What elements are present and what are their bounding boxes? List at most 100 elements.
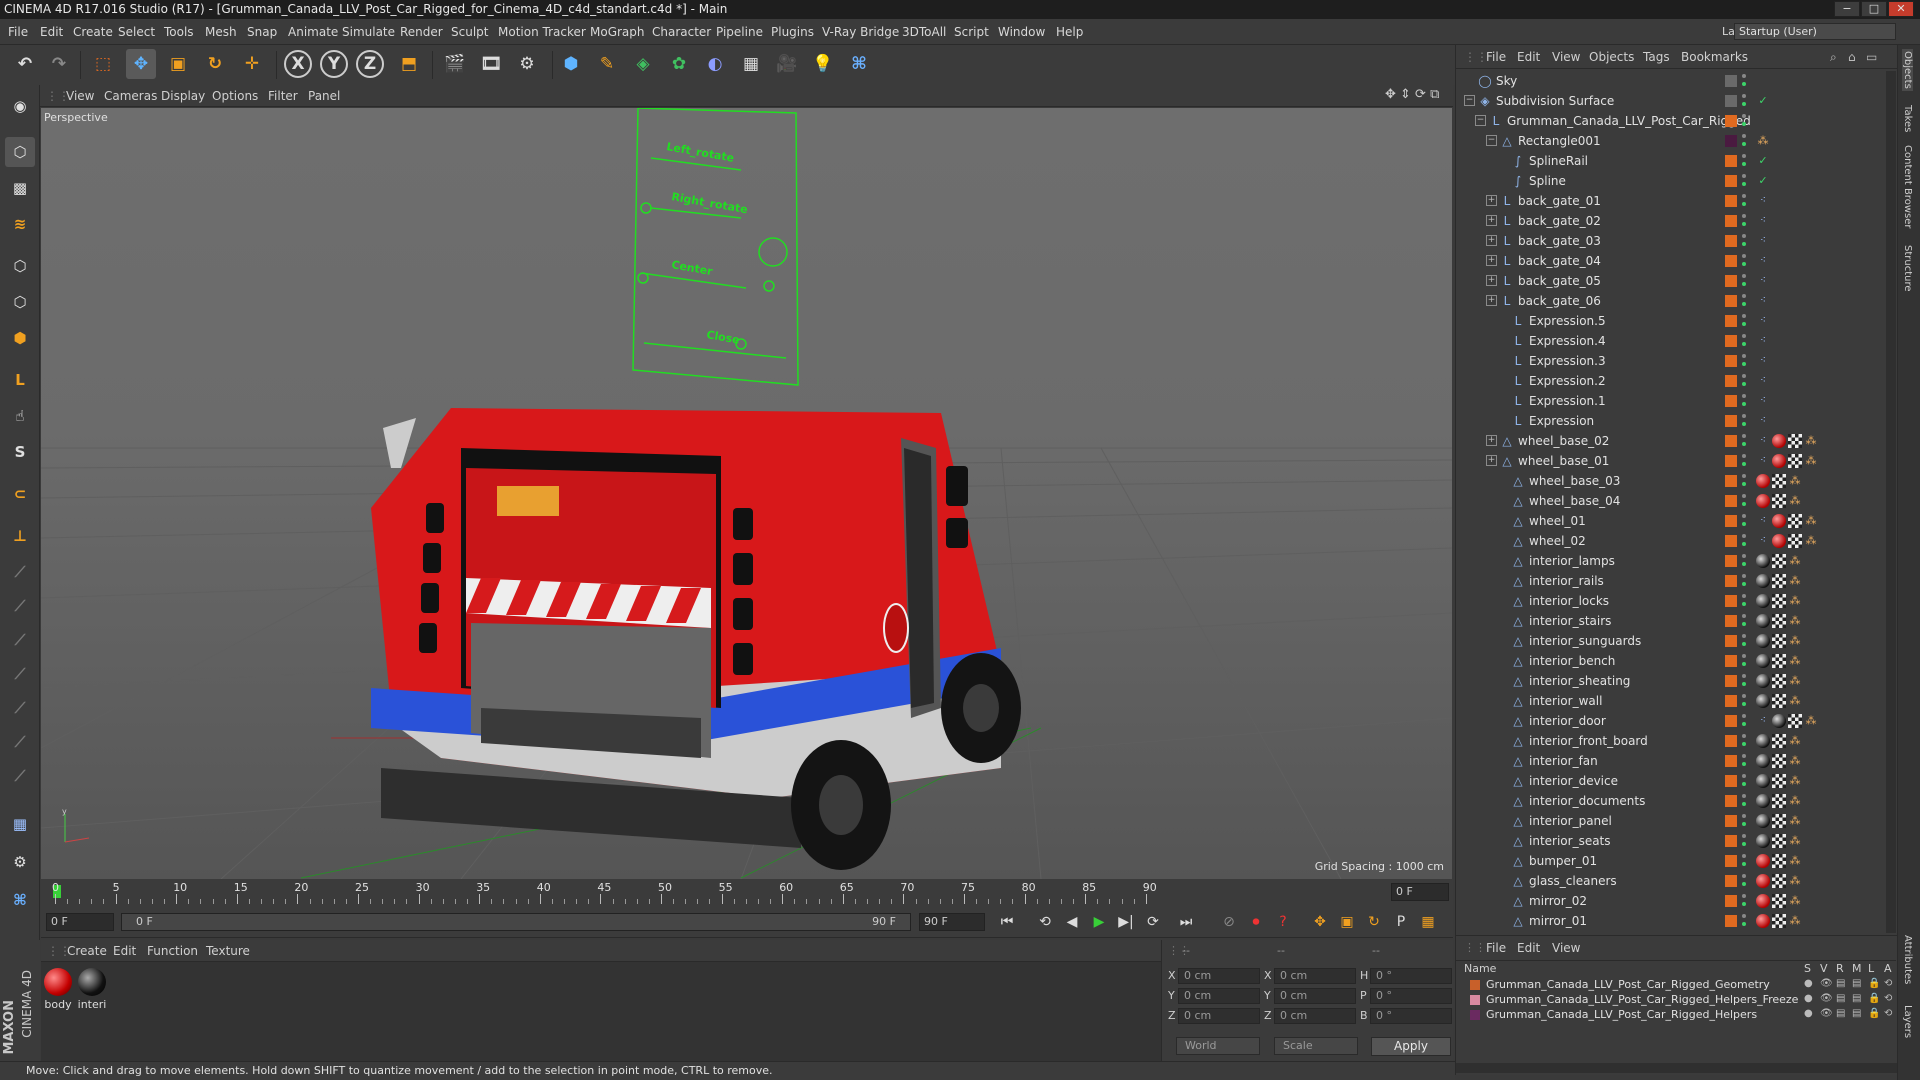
object-row[interactable]: △ mirror_01 ⁂ (1456, 911, 1886, 931)
expand-toggle-icon[interactable]: + (1486, 195, 1497, 206)
selection-tag-icon[interactable]: ⁂ (1788, 754, 1802, 768)
uvw-tag-icon[interactable] (1772, 854, 1786, 868)
menu-pipeline[interactable]: Pipeline (716, 25, 763, 39)
layer-menu-view[interactable]: View (1552, 941, 1580, 955)
render-visibility-dot[interactable] (1742, 302, 1746, 306)
object-row[interactable]: △ bumper_01 ⁂ (1456, 851, 1886, 871)
grid-lock-icon[interactable]: ▦ (5, 809, 35, 839)
layer-row[interactable]: Grumman_Canada_LLV_Post_Car_Rigged_Helpe… (1470, 1008, 1892, 1023)
uvw-tag-icon[interactable] (1788, 454, 1802, 468)
layer-color-swatch[interactable] (1725, 515, 1737, 527)
editor-visibility-dot[interactable] (1742, 454, 1746, 458)
object-row[interactable]: △ mirror_02 ⁂ (1456, 891, 1886, 911)
xpresso-tag-icon[interactable]: ⁖ (1756, 394, 1770, 408)
editor-visibility-dot[interactable] (1742, 494, 1746, 498)
object-row[interactable]: L Expression.3 ⁖ (1456, 351, 1886, 371)
go-to-start-icon[interactable]: ⏮ (996, 912, 1018, 932)
render-visibility-dot[interactable] (1742, 802, 1746, 806)
object-row[interactable]: + Lback_gate_06 ⁖ (1456, 291, 1886, 311)
editor-visibility-dot[interactable] (1742, 154, 1746, 158)
render-visibility-dot[interactable] (1742, 522, 1746, 526)
layer-flag-icon[interactable]: ⟲ (1884, 993, 1892, 1004)
menu-create[interactable]: Create (73, 25, 113, 39)
close-button[interactable]: ✕ (1888, 1, 1914, 17)
play-icon[interactable]: ▶ (1088, 912, 1110, 932)
material-tag-icon[interactable] (1772, 534, 1786, 548)
x-axis-lock-icon[interactable]: X (284, 50, 312, 78)
viewport-menu-cameras[interactable]: Cameras (104, 89, 157, 103)
layer-color-swatch[interactable] (1725, 735, 1737, 747)
expand-toggle-icon[interactable]: + (1486, 435, 1497, 446)
material-tag-icon[interactable] (1756, 794, 1770, 808)
current-frame-field[interactable]: 0 F (1391, 883, 1449, 901)
render-visibility-dot[interactable] (1742, 382, 1746, 386)
tab-content-browser[interactable]: Content Browser (1902, 145, 1913, 228)
selection-tag-icon[interactable]: ⁂ (1788, 474, 1802, 488)
brush-icon-4[interactable]: ⟋ (5, 659, 35, 689)
uvw-tag-icon[interactable] (1788, 714, 1802, 728)
editor-visibility-dot[interactable] (1742, 754, 1746, 758)
material-tag-icon[interactable] (1756, 854, 1770, 868)
editor-visibility-dot[interactable] (1742, 194, 1746, 198)
uvw-tag-icon[interactable] (1788, 434, 1802, 448)
render-visibility-dot[interactable] (1742, 122, 1746, 126)
xpresso-tag-icon[interactable]: ⁖ (1756, 194, 1770, 208)
layer-color-swatch[interactable] (1725, 795, 1737, 807)
material-tag-icon[interactable] (1756, 814, 1770, 828)
selection-tag-icon[interactable]: ⁂ (1788, 914, 1802, 928)
layer-color-swatch[interactable] (1725, 75, 1737, 87)
layer-color-swatch[interactable] (1725, 335, 1737, 347)
viewport-menu-view[interactable]: View (66, 89, 94, 103)
object-row[interactable]: + Lback_gate_01 ⁖ (1456, 191, 1886, 211)
material-interior[interactable]: interi (77, 968, 107, 1011)
layer-color-swatch[interactable] (1725, 435, 1737, 447)
snap-icon[interactable]: S (5, 437, 35, 467)
make-editable-icon[interactable]: ◉ (5, 91, 35, 121)
layer-color-swatch[interactable] (1725, 455, 1737, 467)
camera-icon[interactable]: 🎥 (772, 49, 802, 79)
selection-tag-icon[interactable]: ⁂ (1788, 814, 1802, 828)
render-view-icon[interactable]: 🎬 (440, 49, 470, 79)
editor-visibility-dot[interactable] (1742, 914, 1746, 918)
om-home-icon[interactable]: ⌂ (1848, 50, 1856, 64)
layer-color-swatch[interactable] (1725, 495, 1737, 507)
selection-tag-icon[interactable]: ⁂ (1804, 434, 1818, 448)
uvw-tag-icon[interactable] (1772, 594, 1786, 608)
editor-visibility-dot[interactable] (1742, 214, 1746, 218)
object-row[interactable]: △ wheel_base_04 ⁂ (1456, 491, 1886, 511)
brush-icon-7[interactable]: ⟋ (5, 761, 35, 791)
material-tag-icon[interactable] (1756, 474, 1770, 488)
magnet-icon[interactable]: ⊂ (5, 479, 35, 509)
object-row[interactable]: L Expression.5 ⁖ (1456, 311, 1886, 331)
render-visibility-dot[interactable] (1742, 262, 1746, 266)
layer-color-swatch[interactable] (1725, 315, 1737, 327)
editor-visibility-dot[interactable] (1742, 74, 1746, 78)
floor-icon[interactable]: ▦ (736, 49, 766, 79)
layer-color-swatch[interactable] (1725, 595, 1737, 607)
layout-select[interactable]: Startup (User) (1734, 23, 1896, 40)
render-visibility-dot[interactable] (1742, 842, 1746, 846)
expand-toggle-icon[interactable]: − (1486, 135, 1497, 146)
workplane-mode-icon[interactable]: ≋ (5, 209, 35, 239)
object-row[interactable]: △ interior_panel ⁂ (1456, 811, 1886, 831)
layer-color-swatch[interactable] (1725, 415, 1737, 427)
editor-visibility-dot[interactable] (1742, 254, 1746, 258)
material-tag-icon[interactable] (1756, 614, 1770, 628)
previous-keyframe-icon[interactable]: ⟲ (1034, 912, 1056, 932)
editor-visibility-dot[interactable] (1742, 534, 1746, 538)
enabled-check-icon[interactable]: ✓ (1756, 154, 1770, 168)
expand-toggle-icon[interactable]: + (1486, 215, 1497, 226)
editor-visibility-dot[interactable] (1742, 474, 1746, 478)
go-to-end-icon[interactable]: ⏭ (1175, 912, 1197, 932)
object-row[interactable]: △ wheel_01 ⁖ ⁂ (1456, 511, 1886, 531)
editor-visibility-dot[interactable] (1742, 234, 1746, 238)
material-tag-icon[interactable] (1756, 554, 1770, 568)
viewport-menu-options[interactable]: Options (212, 89, 258, 103)
polygons-mode-icon[interactable]: ⬢ (5, 323, 35, 353)
size-y-field[interactable]: 0 cm (1274, 988, 1356, 1004)
object-row[interactable]: △ interior_sunguards ⁂ (1456, 631, 1886, 651)
render-visibility-dot[interactable] (1742, 282, 1746, 286)
render-visibility-dot[interactable] (1742, 322, 1746, 326)
layer-color-swatch[interactable] (1725, 575, 1737, 587)
coordinate-system-icon[interactable]: ⬒ (394, 49, 424, 79)
